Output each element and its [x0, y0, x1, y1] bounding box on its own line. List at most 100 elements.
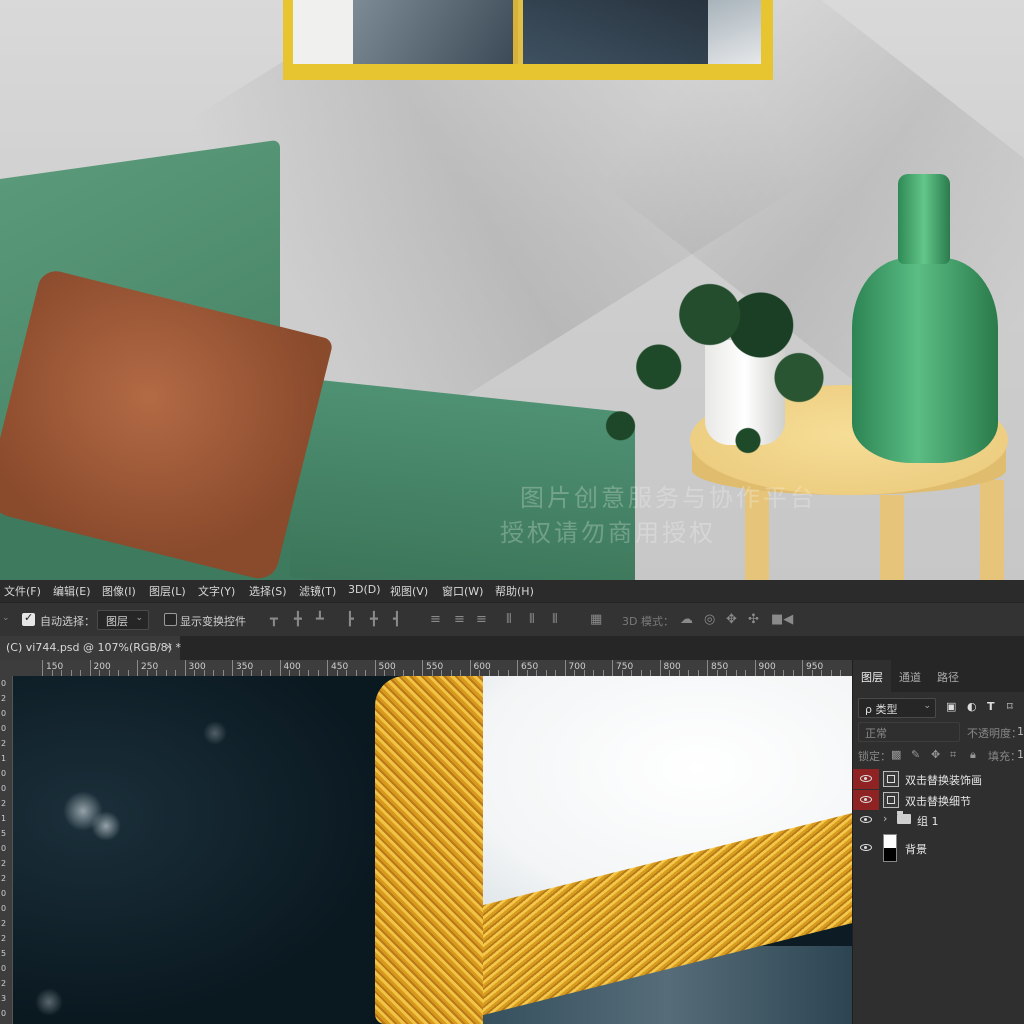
canvas-gold-stroke	[375, 676, 483, 1024]
menu-type[interactable]: 文字(Y)	[198, 583, 235, 599]
eye-icon	[860, 844, 872, 851]
document-canvas[interactable]	[13, 676, 852, 1024]
menu-3d[interactable]: 3D(D)	[348, 583, 381, 596]
layer-row[interactable]: 背景	[853, 834, 1024, 862]
layer-visibility-toggle[interactable]	[853, 810, 879, 830]
3d-roll-icon[interactable]: ◎	[704, 612, 715, 627]
distribute-bottom-icon[interactable]: ≡	[476, 612, 487, 627]
document-tab-title: (C) vi744.psd @ 107%(RGB/8) *	[6, 641, 181, 654]
artwork-section	[518, 0, 713, 64]
ruler-major-tick	[517, 660, 518, 676]
chevron-down-icon: ⌄	[923, 701, 931, 711]
layer-visibility-toggle[interactable]	[853, 769, 879, 789]
3d-scale-icon[interactable]: ■◀	[771, 612, 793, 627]
align-left-icon[interactable]: ┣	[346, 612, 354, 627]
3d-slide-icon[interactable]: ✣	[748, 612, 759, 627]
auto-select-target-value: 图层	[106, 615, 128, 628]
menu-image[interactable]: 图像(I)	[102, 583, 136, 599]
filter-adjustment-icon[interactable]: ◐	[967, 700, 977, 713]
distribute-right-icon[interactable]: ⦀	[552, 612, 558, 627]
ruler-major-tick	[184, 660, 186, 676]
watermark-line: 授权请勿商用授权	[500, 519, 716, 547]
distribute-hcenter-icon[interactable]: ⦀	[529, 612, 535, 627]
menu-bar: 文件(F) 编辑(E) 图像(I) 图层(L) 文字(Y) 选择(S) 滤镜(T…	[0, 580, 1024, 602]
layer-filter-dropdown[interactable]: ρ 类型 ⌄	[858, 698, 936, 718]
align-top-icon[interactable]: ┳	[270, 612, 278, 627]
layer-name: 组 1	[917, 815, 939, 828]
ruler-tick-label: 2	[1, 694, 7, 703]
ruler-tick-label: 0	[1, 709, 7, 718]
document-tab-bar: (C) vi744.psd @ 107%(RGB/8) * ×	[0, 636, 1024, 660]
ruler-major-tick	[612, 660, 613, 676]
auto-select-checkbox[interactable]	[22, 611, 35, 626]
align-hcenter-icon[interactable]: ╋	[370, 612, 378, 627]
menu-layer[interactable]: 图层(L)	[149, 583, 186, 599]
ruler-tick-label: 2	[1, 934, 7, 943]
ruler-major-tick	[802, 660, 803, 676]
menu-edit[interactable]: 编辑(E)	[53, 583, 91, 599]
menu-filter[interactable]: 滤镜(T)	[299, 583, 336, 599]
distribute-left-icon[interactable]: ⦀	[506, 612, 512, 627]
layer-visibility-toggle[interactable]	[853, 838, 879, 858]
tab-channels[interactable]: 通道	[899, 660, 921, 692]
chevron-right-icon[interactable]: ›	[883, 812, 887, 825]
3d-drag-icon[interactable]: ✥	[726, 612, 737, 627]
menu-view[interactable]: 视图(V)	[390, 583, 428, 599]
watermark-line: 图片创意服务与协作平台	[520, 484, 817, 512]
menu-file[interactable]: 文件(F)	[4, 583, 41, 599]
canvas-texture-spot	[35, 988, 63, 1016]
ruler-tick-label: 2	[1, 859, 7, 868]
ruler-major-tick	[89, 660, 91, 676]
layer-filter-value: ρ 类型	[865, 703, 898, 716]
menu-select[interactable]: 选择(S)	[249, 583, 287, 599]
lock-image-icon[interactable]: ✎	[911, 748, 920, 761]
ruler-major-tick	[469, 660, 471, 676]
tool-preset-chevron-icon[interactable]: ⌄	[2, 613, 10, 623]
document-tab[interactable]: (C) vi744.psd @ 107%(RGB/8) * ×	[0, 636, 181, 660]
layer-row[interactable]: › 组 1	[853, 810, 1024, 830]
ruler-tick-label: 0	[1, 784, 7, 793]
filter-type-icon[interactable]: T	[987, 700, 995, 713]
ruler-major-tick	[279, 660, 281, 676]
layer-row[interactable]: 双击替换装饰画	[853, 769, 1024, 789]
menu-help[interactable]: 帮助(H)	[495, 583, 534, 599]
lock-transparent-icon[interactable]: ▩	[891, 748, 901, 761]
ruler-major-tick	[137, 660, 138, 676]
filter-shape-icon[interactable]: ⌑	[1007, 700, 1013, 713]
canvas-texture-spot	[203, 721, 227, 745]
vertical-ruler[interactable]: 0 2 0 0 2 1 0 0 2 1 5 0 2 2 0 0 2 2 5 0 2 3 0	[0, 676, 13, 1024]
layer-visibility-toggle[interactable]	[853, 790, 879, 810]
fill-value[interactable]: 1	[1017, 748, 1024, 761]
canvas-texture-spot	[91, 811, 121, 841]
distribute-vcenter-icon[interactable]: ≡	[454, 612, 465, 627]
menu-window[interactable]: 窗口(W)	[442, 583, 483, 599]
options-bar: ⌄ 自动选择： 图层 ⌄ 显示变换控件 ┳ ╋ ┻ ┣ ╋ ┫ ≡ ≡ ≡ ⦀ …	[0, 602, 1024, 637]
opacity-value[interactable]: 1	[1017, 725, 1024, 738]
close-icon[interactable]: ×	[164, 640, 173, 653]
align-bottom-icon[interactable]: ┻	[316, 612, 324, 627]
tab-layers[interactable]: 图层	[853, 660, 891, 692]
framed-artwork	[293, 0, 761, 64]
lock-position-icon[interactable]: ✥	[931, 748, 940, 761]
opacity-label: 不透明度：	[967, 727, 1022, 740]
align-vcenter-icon[interactable]: ╋	[294, 612, 302, 627]
show-transform-checkbox[interactable]	[164, 613, 177, 626]
tab-paths[interactable]: 路径	[937, 660, 959, 692]
green-vase-body	[852, 258, 998, 463]
ruler-tick-label: 2	[1, 979, 7, 988]
align-right-icon[interactable]: ┫	[393, 612, 401, 627]
auto-select-target-dropdown[interactable]: 图层 ⌄	[97, 610, 149, 630]
ruler-tick-label: 0	[1, 844, 7, 853]
layer-thumbnail	[883, 834, 897, 862]
horizontal-ruler[interactable]: 150 200 250 300 350 400 450 500 550 600 650 700 750 8…	[0, 660, 852, 677]
filter-pixel-icon[interactable]: ▣	[946, 700, 956, 713]
auto-align-icon[interactable]: ▦	[590, 612, 602, 627]
blend-mode-dropdown[interactable]: 正常	[858, 722, 960, 742]
ruler-major-tick	[754, 660, 756, 676]
lock-artboard-icon[interactable]: ⌗	[950, 748, 956, 762]
distribute-top-icon[interactable]: ≡	[430, 612, 441, 627]
layer-row[interactable]: 双击替换细节	[853, 790, 1024, 810]
3d-rotate-icon[interactable]: ☁	[680, 612, 693, 627]
ruler-major-tick	[707, 660, 708, 676]
lock-all-icon[interactable]: 🔒︎	[970, 748, 976, 762]
